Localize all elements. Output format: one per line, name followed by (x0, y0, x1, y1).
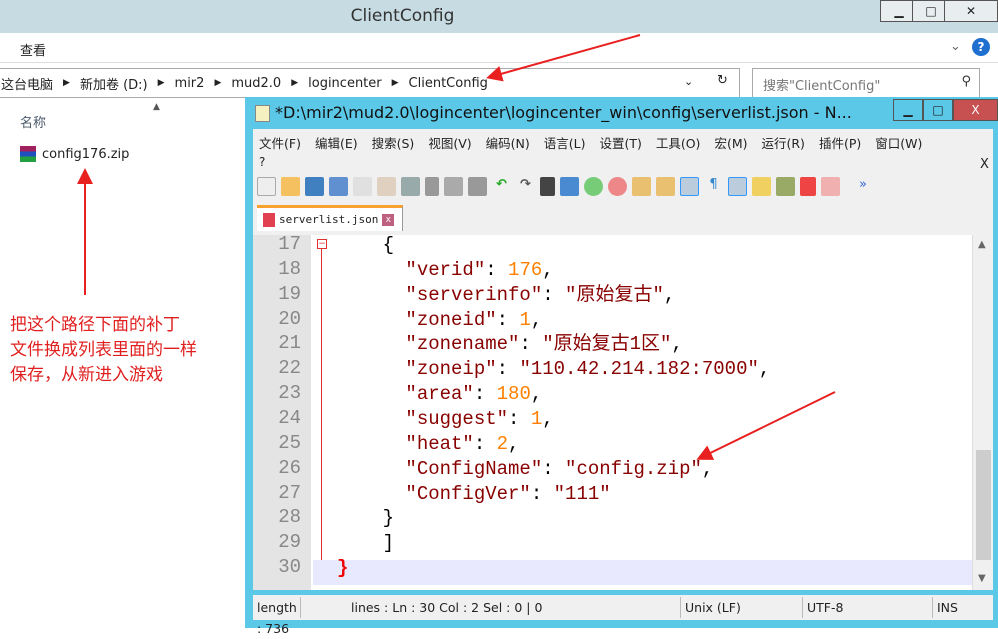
arrow-to-path (486, 34, 641, 82)
annotation-arrows (77, 34, 836, 460)
arrow-to-config (696, 391, 836, 460)
